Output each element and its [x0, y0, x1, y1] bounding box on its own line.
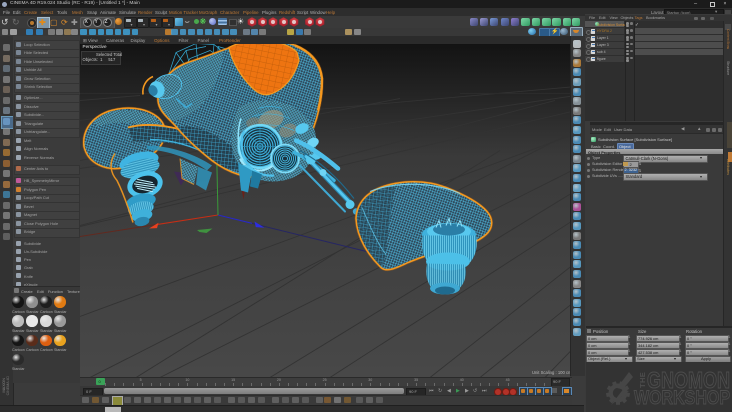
svg-text:THE: THE — [638, 372, 647, 388]
svg-text:WORKSHOP: WORKSHOP — [634, 388, 730, 409]
